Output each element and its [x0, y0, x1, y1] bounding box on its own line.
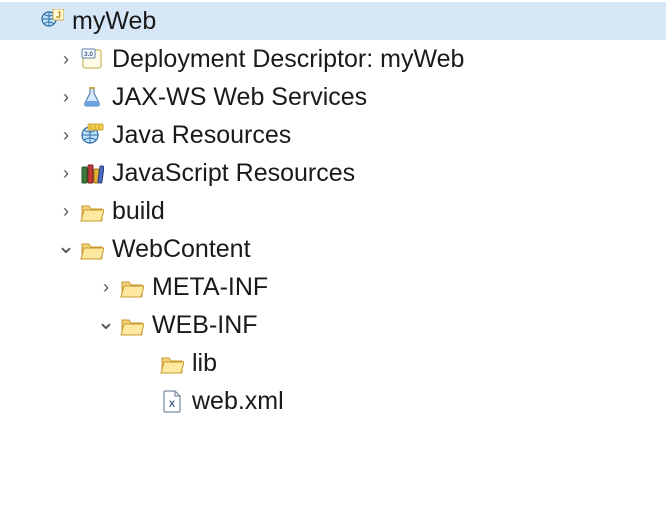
webservice-icon [78, 83, 106, 111]
project-explorer-tree[interactable]: ›myWeb›Deployment Descriptor: myWeb›JAX-… [0, 0, 666, 420]
tree-item-label: JavaScript Resources [112, 159, 361, 188]
tree-item[interactable]: ›lib [0, 344, 666, 382]
tree-item[interactable]: › Java Resources [0, 116, 666, 154]
chevron-right-icon[interactable]: › [56, 192, 76, 230]
tree-item[interactable]: ⌄ WebContent [0, 230, 666, 268]
folder-icon [78, 235, 106, 263]
folder-icon [118, 273, 146, 301]
folder-icon [78, 197, 106, 225]
tree-item-label: Java Resources [112, 121, 297, 150]
chevron-down-icon[interactable]: ⌄ [56, 227, 76, 265]
tree-item-label: WebContent [112, 235, 257, 264]
chevron-right-icon[interactable]: › [56, 154, 76, 192]
tree-item[interactable]: › Deployment Descriptor: myWeb [0, 40, 666, 78]
tree-item-label: myWeb [72, 7, 162, 36]
tree-item-label: META-INF [152, 273, 274, 302]
descriptor-icon [78, 45, 106, 73]
tree-item[interactable]: › META-INF [0, 268, 666, 306]
chevron-right-icon[interactable]: › [96, 268, 116, 306]
tree-item-label: lib [192, 349, 223, 378]
js-resources-icon [78, 159, 106, 187]
tree-item[interactable]: › build [0, 192, 666, 230]
xml-file-icon [158, 387, 186, 415]
tree-item-label: web.xml [192, 387, 290, 416]
chevron-right-icon[interactable]: › [56, 40, 76, 78]
chevron-right-icon[interactable]: › [56, 116, 76, 154]
chevron-down-icon[interactable]: ⌄ [96, 303, 116, 341]
folder-icon [158, 349, 186, 377]
tree-item-label: JAX-WS Web Services [112, 83, 373, 112]
folder-icon [118, 311, 146, 339]
tree-item[interactable]: ›myWeb [0, 2, 666, 40]
tree-item-label: Deployment Descriptor: myWeb [112, 45, 470, 74]
tree-item[interactable]: ⌄ WEB-INF [0, 306, 666, 344]
tree-item[interactable]: ›web.xml [0, 382, 666, 420]
java-resources-icon [78, 121, 106, 149]
tree-item[interactable]: › JAX-WS Web Services [0, 78, 666, 116]
chevron-right-icon[interactable]: › [56, 78, 76, 116]
tree-item[interactable]: › JavaScript Resources [0, 154, 666, 192]
tree-item-label: build [112, 197, 171, 226]
tree-item-label: WEB-INF [152, 311, 264, 340]
web-project-icon [38, 7, 66, 35]
